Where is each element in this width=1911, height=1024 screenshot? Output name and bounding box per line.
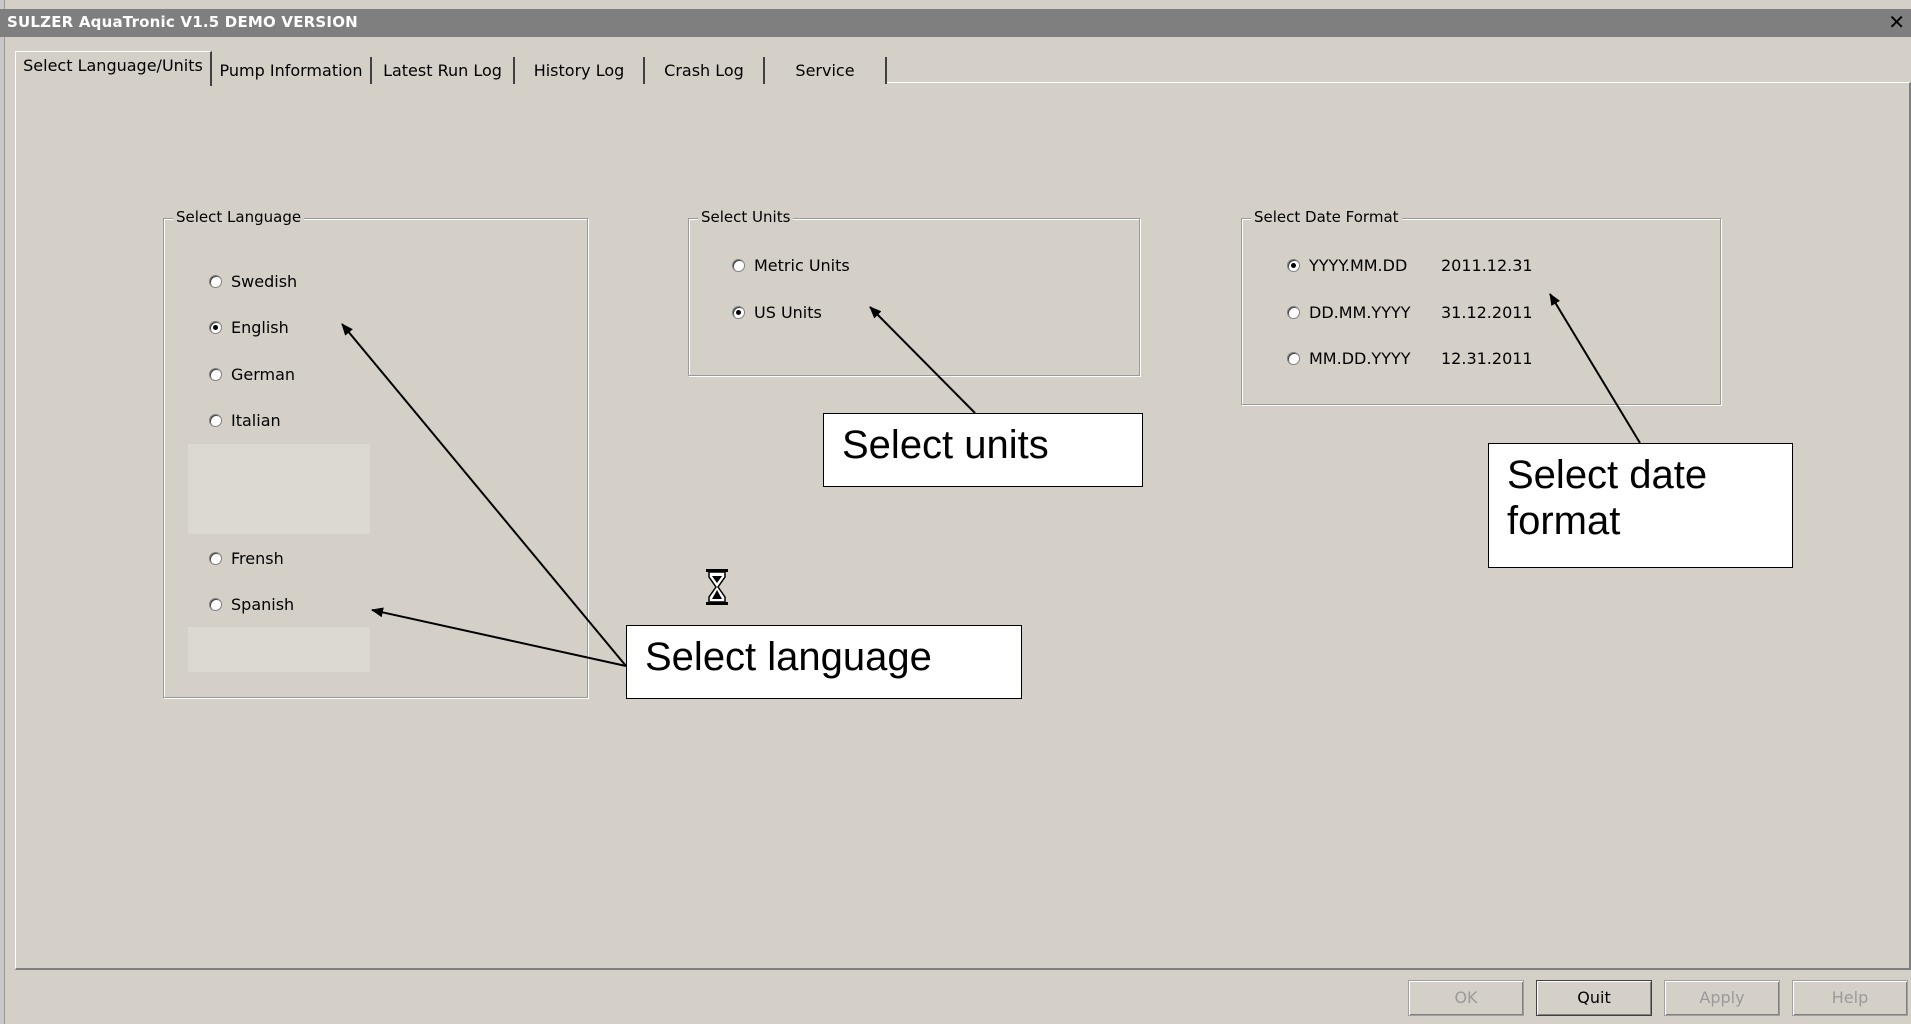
- radio-button[interactable]: [209, 275, 222, 288]
- close-icon[interactable]: ✕: [1888, 11, 1905, 33]
- tab-history-log[interactable]: History Log: [515, 57, 645, 84]
- radio-button[interactable]: [209, 598, 222, 611]
- help-button[interactable]: Help: [1792, 980, 1908, 1016]
- radio-german[interactable]: German: [209, 365, 295, 384]
- radio-label: German: [231, 365, 296, 384]
- tab-label: Crash Log: [664, 61, 744, 80]
- radio-label: Italian: [231, 411, 281, 430]
- ok-button[interactable]: OK: [1408, 980, 1524, 1016]
- title-bar: SULZER AquaTronic V1.5 DEMO VERSION ✕: [0, 9, 1911, 37]
- radio-english[interactable]: English: [209, 318, 289, 337]
- radio-mm-dd-yyyy[interactable]: MM.DD.YYYY: [1287, 349, 1411, 368]
- radio-button[interactable]: [209, 368, 222, 381]
- units-group-legend: Select Units: [698, 208, 794, 226]
- radio-label: Metric Units: [754, 256, 850, 275]
- radio-label: Swedish: [231, 272, 298, 291]
- radio-label: Frensh: [231, 549, 284, 568]
- radio-italian[interactable]: Italian: [209, 411, 281, 430]
- empty-language-slot: [188, 627, 370, 672]
- radio-label: DD.MM.YYYY: [1309, 303, 1411, 322]
- apply-button[interactable]: Apply: [1664, 980, 1780, 1016]
- tab-label: Service: [795, 61, 855, 80]
- radio-frensh[interactable]: Frensh: [209, 549, 284, 568]
- tab-latest-run-log[interactable]: Latest Run Log: [372, 57, 515, 84]
- radio-label: US Units: [754, 303, 822, 322]
- callout-select-units: Select units: [823, 413, 1143, 487]
- radio-dd-mm-yyyy[interactable]: DD.MM.YYYY: [1287, 303, 1411, 322]
- window-left-edge: [0, 0, 5, 1024]
- radio-label: Spanish: [231, 595, 295, 614]
- empty-language-slot: [188, 444, 370, 534]
- radio-button[interactable]: [1287, 259, 1300, 272]
- radio-button[interactable]: [209, 552, 222, 565]
- radio-button[interactable]: [1287, 306, 1300, 319]
- radio-button[interactable]: [209, 321, 222, 334]
- date-sample: 12.31.2011: [1441, 349, 1533, 368]
- quit-button[interactable]: Quit: [1536, 980, 1652, 1016]
- date-format-group-legend: Select Date Format: [1251, 208, 1402, 226]
- radio-label: YYYY.MM.DD: [1309, 256, 1408, 275]
- tab-pump-information[interactable]: Pump Information: [212, 57, 372, 84]
- tab-service[interactable]: Service: [765, 57, 887, 84]
- radio-yyyy-mm-dd[interactable]: YYYY.MM.DD: [1287, 256, 1407, 275]
- tab-select-language-units[interactable]: Select Language/Units: [15, 51, 212, 86]
- tab-label: Pump Information: [219, 61, 363, 80]
- tab-label: Select Language/Units: [23, 56, 203, 75]
- radio-us-units[interactable]: US Units: [732, 303, 822, 322]
- radio-swedish[interactable]: Swedish: [209, 272, 297, 291]
- callout-select-language: Select language: [626, 625, 1022, 699]
- date-sample: 31.12.2011: [1441, 303, 1533, 322]
- callout-select-date-format: Select date format: [1488, 443, 1793, 568]
- radio-label: English: [231, 318, 289, 337]
- radio-button[interactable]: [732, 306, 745, 319]
- window-title: SULZER AquaTronic V1.5 DEMO VERSION: [7, 13, 358, 31]
- language-group-legend: Select Language: [173, 208, 305, 226]
- radio-label: MM.DD.YYYY: [1309, 349, 1411, 368]
- date-sample: 2011.12.31: [1441, 256, 1533, 275]
- radio-button[interactable]: [1287, 352, 1300, 365]
- hourglass-icon: [706, 569, 728, 605]
- tab-label: History Log: [533, 61, 625, 80]
- tab-crash-log[interactable]: Crash Log: [645, 57, 765, 84]
- radio-spanish[interactable]: Spanish: [209, 595, 294, 614]
- radio-metric-units[interactable]: Metric Units: [732, 256, 850, 275]
- units-group: [688, 218, 1140, 376]
- radio-button[interactable]: [209, 414, 222, 427]
- tab-label: Latest Run Log: [383, 61, 502, 80]
- radio-button[interactable]: [732, 259, 745, 272]
